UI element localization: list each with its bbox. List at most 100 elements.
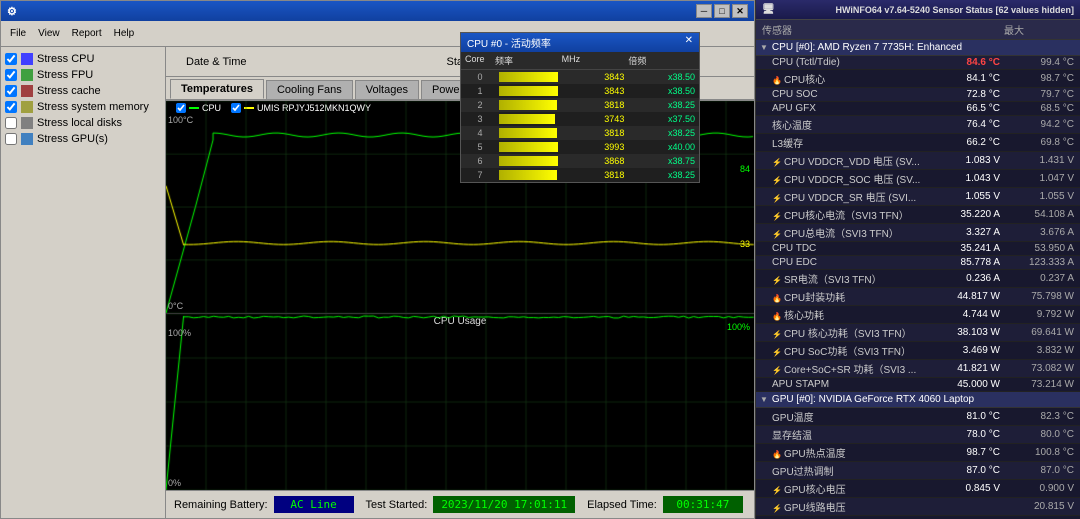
elapsed-label: Elapsed Time: [587, 499, 657, 511]
core-freq-val: 3843 [562, 86, 629, 96]
hw-row-name: CPU核心电流（SVI3 TFN） [772, 207, 934, 222]
cpu-core-row: 3 3743 x37.50 [461, 112, 699, 126]
battery-status: Remaining Battery: AC Line [174, 496, 354, 513]
cpu-core-row: 4 3818 x38.25 [461, 126, 699, 140]
stress-cpu-item: Stress CPU [5, 51, 161, 67]
menu-help[interactable]: Help [109, 25, 140, 42]
tab-voltages[interactable]: Voltages [355, 80, 419, 99]
usage-y-min: 0% [168, 478, 181, 488]
hw-data-row: GPU过热调制 87.0 °C 87.0 °C [756, 462, 1080, 480]
stress-memory-checkbox[interactable] [5, 101, 17, 113]
hw-row-name: SR电流（SVI3 TFN） [772, 271, 934, 286]
hw-data-row: CPU封装功耗 44.817 W 75.798 W [756, 288, 1080, 306]
hw-data-row: SR电流（SVI3 TFN） 0.236 A 0.237 A [756, 270, 1080, 288]
hw-row-val: 66.2 °C [934, 137, 1004, 148]
hw-row-name: CPU VDDCR_VDD 电压 (SV... [772, 153, 934, 168]
hw-row-val: 0.845 V [934, 483, 1004, 494]
hw-row-max: 98.7 °C [1004, 73, 1074, 84]
core-mult-val: x38.25 [628, 170, 695, 180]
core-mult-val: x38.25 [628, 128, 695, 138]
hw-row-name: CPU总电流（SVI3 TFN） [772, 225, 934, 240]
hw-row-name: APU STAPM [772, 379, 934, 390]
tab-cooling-fans[interactable]: Cooling Fans [266, 80, 353, 99]
hw-data-row: GPU核心电压 0.845 V 0.900 V [756, 480, 1080, 498]
core-num: 2 [465, 100, 495, 110]
cpu-core-row: 7 3818 x38.25 [461, 168, 699, 182]
hwinfo-content: ▼CPU [#0]: AMD Ryzen 7 7735H: Enhanced C… [756, 40, 1080, 519]
disk-icon [21, 117, 33, 129]
cpu-rows-container: 0 3843 x38.50 1 3843 x38.50 2 3818 x38.2… [461, 70, 699, 182]
hw-row-name: APU GFX [772, 103, 934, 114]
temp-disk-value: 33 [740, 239, 750, 249]
maximize-button[interactable]: □ [714, 4, 730, 18]
hw-row-name: Core+SoC+SR 功耗（SVI3 ... [772, 361, 934, 376]
usage-graph-canvas [166, 314, 754, 490]
sensor-col-header: 传感器 [762, 22, 934, 37]
core-freq-val: 3818 [562, 100, 629, 110]
section-arrow: ▼ [760, 395, 768, 404]
hw-row-val: 84.1 °C [934, 73, 1004, 84]
mult-header: 倍频 [628, 54, 695, 67]
elapsed-value: 00:31:47 [663, 496, 743, 513]
hw-data-row: 核心温度 76.4 °C 94.2 °C [756, 116, 1080, 134]
hw-row-val: 35.241 A [934, 243, 1004, 254]
hw-row-val: 85.778 A [934, 257, 1004, 268]
core-freq-bar [499, 128, 557, 138]
stress-memory-item: Stress system memory [5, 99, 161, 115]
cpu-popup-close[interactable]: ✕ [685, 35, 693, 50]
battery-value: AC Line [274, 496, 354, 513]
hw-data-row: CPU EDC 85.778 A 123.333 A [756, 256, 1080, 270]
minimize-button[interactable]: ─ [696, 4, 712, 18]
hw-row-max: 69.8 °C [1004, 137, 1074, 148]
core-freq-bar [499, 142, 558, 152]
hwinfo-icon: 🖥 [762, 4, 775, 15]
hw-row-name: CPU (Tctl/Tdie) [772, 57, 934, 68]
stress-disks-label: Stress local disks [37, 117, 122, 129]
hw-row-val: 3.327 A [934, 227, 1004, 238]
hw-row-name: CPU EDC [772, 257, 934, 268]
cpu-core-row: 6 3868 x38.75 [461, 154, 699, 168]
hw-row-max: 0.900 V [1004, 483, 1074, 494]
gpu-icon [21, 133, 33, 145]
hw-section-header[interactable]: ▼CPU [#0]: AMD Ryzen 7 7735H: Enhanced [756, 40, 1080, 56]
cpu-icon [21, 53, 33, 65]
stress-fpu-checkbox[interactable] [5, 69, 17, 81]
core-num: 6 [465, 156, 495, 166]
hw-row-max: 123.333 A [1004, 257, 1074, 268]
stress-cpu-checkbox[interactable] [5, 53, 17, 65]
stress-memory-label: Stress system memory [37, 101, 149, 113]
hw-row-max: 69.641 W [1004, 327, 1074, 338]
menu-view[interactable]: View [33, 25, 65, 42]
hw-data-row: GPU温度 81.0 °C 82.3 °C [756, 408, 1080, 426]
val-col-header [934, 22, 1004, 37]
hwinfo-table-header: 传感器 最大 [756, 20, 1080, 40]
hw-row-name: 核心温度 [772, 117, 934, 132]
hw-section-header[interactable]: ▼GPU [#0]: NVIDIA GeForce RTX 4060 Lapto… [756, 392, 1080, 408]
cpu-core-row: 1 3843 x38.50 [461, 84, 699, 98]
stress-disks-checkbox[interactable] [5, 117, 17, 129]
core-freq-val: 3843 [562, 72, 629, 82]
core-freq-bar [499, 156, 558, 166]
temp-y-min: 0°C [168, 301, 183, 311]
core-mult-val: x38.25 [628, 100, 695, 110]
hw-row-max: 87.0 °C [1004, 465, 1074, 476]
tab-temperatures[interactable]: Temperatures [170, 79, 264, 99]
usage-graph-section: CPU Usage 100% 0% 100% [166, 314, 754, 490]
menu-report[interactable]: Report [67, 25, 107, 42]
hw-row-max: 73.082 W [1004, 363, 1074, 374]
hw-data-row: CPU SoC功耗（SVI3 TFN） 3.469 W 3.832 W [756, 342, 1080, 360]
hw-row-name: CPU SOC [772, 89, 934, 100]
core-freq-val: 3993 [562, 142, 629, 152]
hw-row-name: GPU热点温度 [772, 445, 934, 460]
temp-cpu-value: 84 [740, 164, 750, 174]
hwinfo-panel: 🖥 HWiNFO64 v7.64-5240 Sensor Status [62 … [755, 0, 1080, 519]
hw-data-row: GPU热点温度 98.7 °C 100.8 °C [756, 444, 1080, 462]
menu-file[interactable]: File [5, 25, 31, 42]
hw-row-max: 94.2 °C [1004, 119, 1074, 130]
stress-cache-checkbox[interactable] [5, 85, 17, 97]
stress-gpu-checkbox[interactable] [5, 133, 17, 145]
close-button[interactable]: ✕ [732, 4, 748, 18]
hw-row-max: 54.108 A [1004, 209, 1074, 220]
test-started-status: Test Started: 2023/11/20 17:01:11 [366, 496, 576, 513]
hw-data-row: CPU核心 84.1 °C 98.7 °C [756, 70, 1080, 88]
